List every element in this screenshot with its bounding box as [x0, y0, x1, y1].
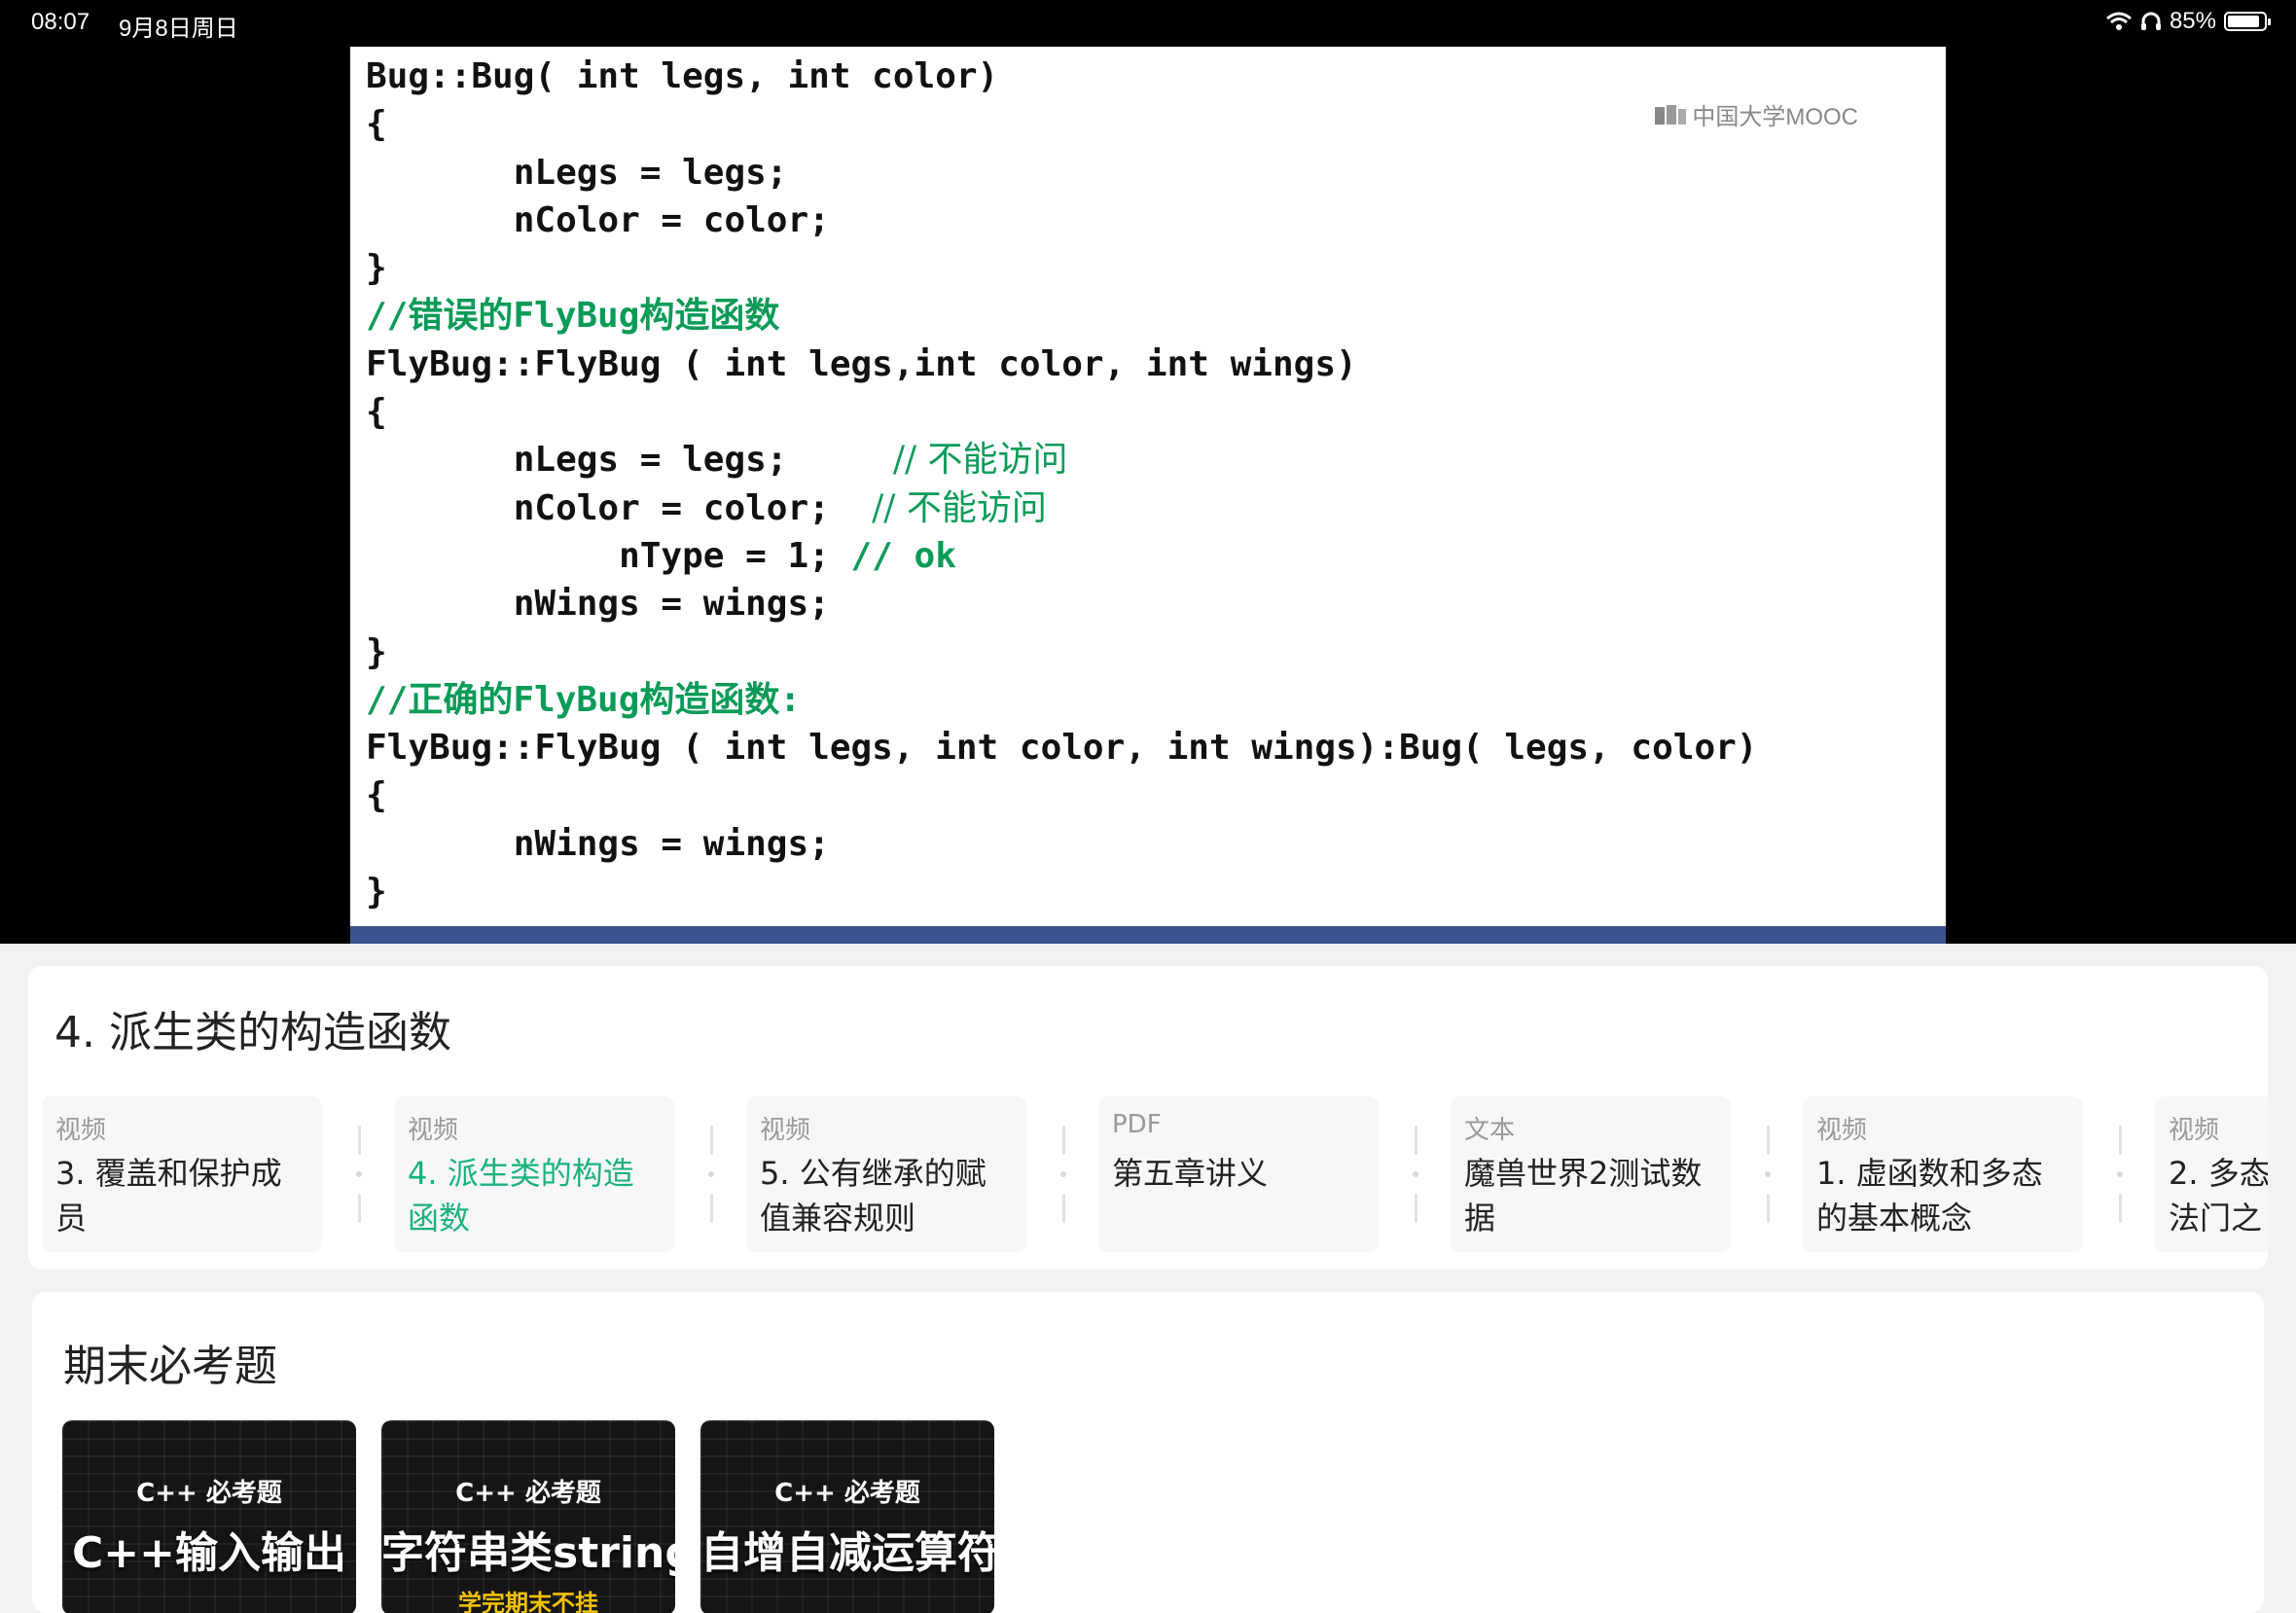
slide-footer-bar: [350, 926, 1946, 944]
thumbnail-subtitle: 学完期末不挂: [458, 1590, 598, 1613]
lesson-item-title: 5. 公有继承的赋值兼容规则: [760, 1155, 987, 1237]
code-line: {: [366, 104, 387, 145]
video-player[interactable]: 中国大学MOOC Bug::Bug( int legs, int color) …: [0, 47, 2296, 944]
code-line: nWings = wings;: [366, 823, 830, 864]
separator: [1765, 1126, 1771, 1223]
lesson-type: 文本: [1464, 1116, 1516, 1145]
code-line: }: [366, 872, 387, 913]
battery-icon: [2224, 12, 2271, 31]
lesson-list: 视频 3. 覆盖和保护成员 视频 4. 派生类的构造函数 视频 5. 公有继承的…: [42, 1096, 2268, 1252]
code-line: nColor = color;: [366, 199, 830, 240]
lesson-item[interactable]: 视频 3. 覆盖和保护成员: [42, 1096, 362, 1252]
code-block: Bug::Bug( int legs, int color) { nLegs =…: [366, 53, 1757, 915]
code-line: }: [366, 631, 387, 672]
code-comment: // 不能访问: [872, 487, 1047, 528]
course-thumbnail[interactable]: C++ 必考题 C++输入输出: [62, 1420, 356, 1613]
lesson-item-title: 1. 虚函数和多态的基本概念: [1816, 1155, 2043, 1237]
code-line: Bug::Bug( int legs, int color): [366, 56, 999, 96]
lesson-item-title: 魔兽世界2测试数据: [1464, 1155, 1703, 1237]
lesson-title: 4. 派生类的构造函数: [54, 1008, 451, 1057]
code-comment: //正确的FlyBug构造函数:: [366, 679, 802, 720]
code-line: {: [366, 392, 387, 433]
status-date: 9月8日周日: [119, 16, 238, 42]
wifi-icon: [2105, 12, 2132, 30]
code-line: nType = 1;: [366, 535, 851, 576]
lesson-item-title: 第五章讲义: [1112, 1155, 1269, 1192]
course-thumbnail[interactable]: C++ 必考题 字符串类string 学完期末不挂: [381, 1420, 675, 1613]
code-comment: // ok: [850, 535, 956, 576]
headphones-icon: [2140, 12, 2161, 30]
lecture-slide: 中国大学MOOC Bug::Bug( int legs, int color) …: [350, 47, 1946, 944]
lesson-type: 视频: [55, 1116, 107, 1145]
lesson-item-title: 3. 覆盖和保护成员: [55, 1155, 282, 1237]
thumbnail-title: C++输入输出: [71, 1528, 347, 1578]
separator: [356, 1126, 362, 1223]
lesson-item-title: 2. 多态实例：魔法门之: [2169, 1155, 2268, 1237]
code-comment: // 不能访问: [892, 440, 1068, 481]
status-time: 08:07: [31, 9, 90, 35]
lesson-type: 视频: [2169, 1116, 2220, 1145]
code-line: FlyBug::FlyBug ( int legs,int color, int…: [366, 343, 1357, 384]
code-line: nWings = wings;: [366, 584, 830, 625]
lesson-item[interactable]: 文本 魔兽世界2测试数据: [1451, 1096, 1771, 1252]
lesson-item[interactable]: 视频 1. 虚函数和多态的基本概念: [1803, 1096, 2123, 1252]
status-bar: 08:07 9月8日周日 85%: [0, 0, 2296, 47]
thumbnail-title: 自增自减运算符: [700, 1528, 994, 1578]
exam-card: 期末必考题 C++ 必考题 C++输入输出 C++ 必考题 字符串类string…: [32, 1292, 2264, 1613]
code-line: }: [366, 248, 387, 289]
separator: [1413, 1126, 1418, 1223]
lesson-type: 视频: [760, 1116, 811, 1145]
lesson-item[interactable]: 视频 5. 公有继承的赋值兼容规则: [746, 1096, 1066, 1252]
code-comment: //错误的FlyBug构造函数: [366, 296, 780, 337]
status-right: 85%: [2105, 8, 2271, 35]
separator: [1060, 1126, 1066, 1223]
lesson-item[interactable]: 视频 2. 多态实例：魔法门之: [2155, 1096, 2268, 1252]
exam-thumbnails: C++ 必考题 C++输入输出 C++ 必考题 字符串类string 学完期末不…: [62, 1420, 994, 1613]
course-thumbnail[interactable]: C++ 必考题 自增自减运算符: [700, 1420, 994, 1613]
code-line: nColor = color;: [366, 487, 873, 528]
code-line: FlyBug::FlyBug ( int legs, int color, in…: [366, 728, 1758, 769]
battery-percent: 85%: [2169, 8, 2216, 34]
thumbnail-tag: C++ 必考题: [455, 1479, 601, 1508]
code-line: {: [366, 775, 387, 816]
lesson-card: 4. 派生类的构造函数 视频 3. 覆盖和保护成员 视频 4. 派生类的构造函数…: [28, 966, 2268, 1270]
separator: [708, 1126, 714, 1223]
lesson-type: 视频: [1816, 1116, 1868, 1145]
code-line: nLegs = legs;: [366, 152, 788, 193]
exam-title: 期末必考题: [63, 1342, 277, 1391]
separator: [2117, 1126, 2123, 1223]
lesson-item[interactable]: PDF 第五章讲义: [1098, 1096, 1418, 1252]
thumbnail-title: 字符串类string: [381, 1528, 675, 1578]
lesson-item-current[interactable]: 视频 4. 派生类的构造函数: [394, 1096, 714, 1252]
code-line: nLegs = legs;: [366, 440, 893, 481]
thumbnail-tag: C++ 必考题: [774, 1479, 920, 1508]
thumbnail-tag: C++ 必考题: [136, 1479, 282, 1508]
lesson-type: PDF: [1112, 1110, 1162, 1139]
lesson-type: 视频: [408, 1116, 459, 1145]
lesson-item-title: 4. 派生类的构造函数: [408, 1155, 634, 1237]
